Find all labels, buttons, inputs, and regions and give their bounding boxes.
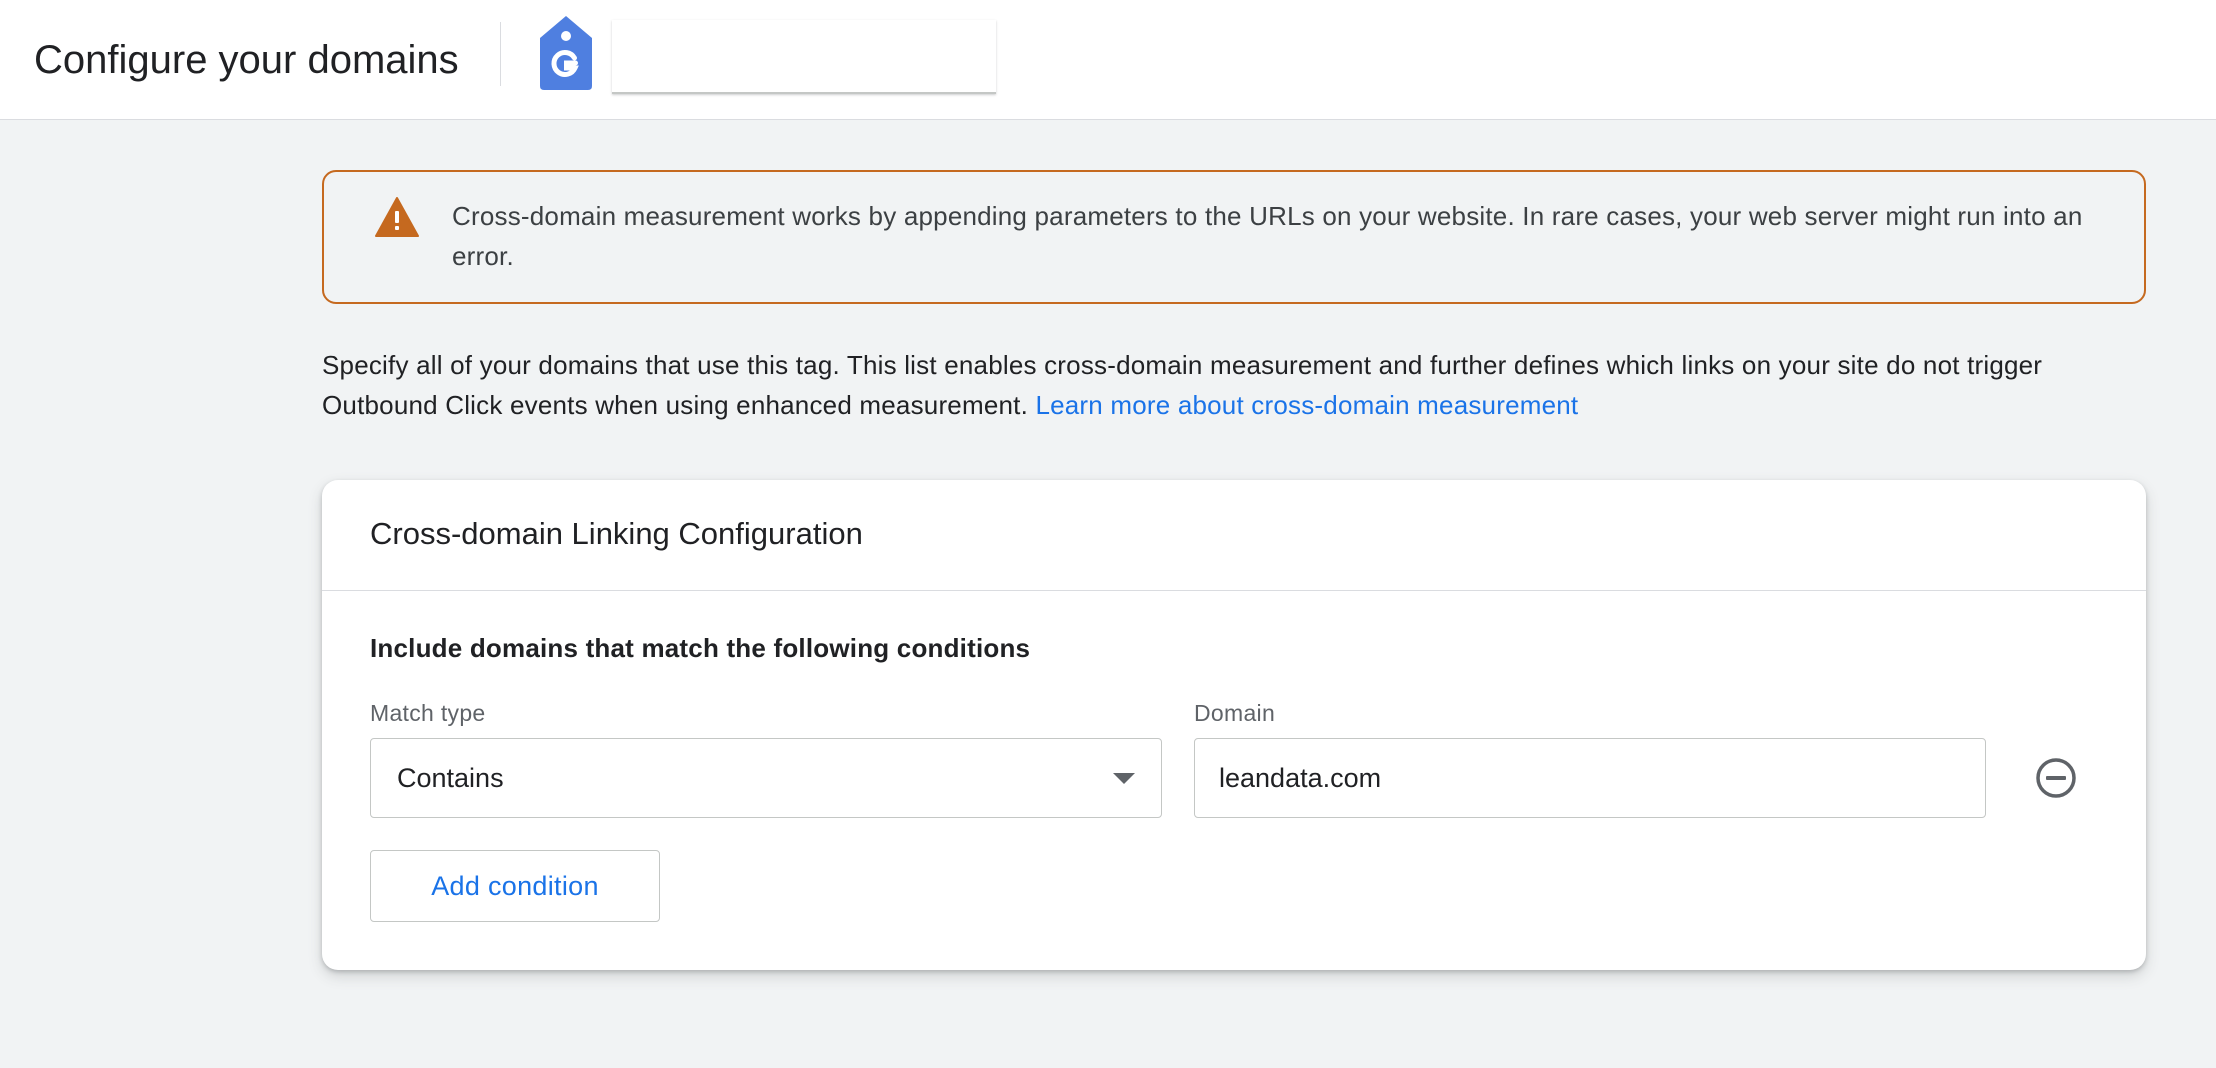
warning-banner: Cross-domain measurement works by append… xyxy=(322,170,2146,304)
match-type-label: Match type xyxy=(370,700,486,726)
warning-triangle-icon xyxy=(374,196,420,238)
match-type-value: Contains xyxy=(397,763,504,793)
warning-text: Cross-domain measurement works by append… xyxy=(452,201,2083,271)
add-condition-button[interactable]: Add condition xyxy=(370,850,660,922)
match-type-select[interactable]: Contains xyxy=(370,738,1162,818)
learn-more-link[interactable]: Learn more about cross-domain measuremen… xyxy=(1035,390,1578,420)
conditions-heading: Include domains that match the following… xyxy=(370,633,1031,663)
title-divider xyxy=(500,22,501,86)
domain-label: Domain xyxy=(1194,700,1276,726)
top-bar: Configure your domains xyxy=(0,0,2216,120)
page-title: Configure your domains xyxy=(34,38,459,82)
dropdown-arrow-icon xyxy=(1113,773,1135,784)
tag-selector-input[interactable] xyxy=(612,20,996,94)
domain-input[interactable] xyxy=(1194,738,1986,818)
cross-domain-config-card: Cross-domain Linking Configuration Inclu… xyxy=(322,480,2146,970)
remove-condition-button[interactable] xyxy=(2034,756,2078,800)
description-paragraph: Specify all of your domains that use thi… xyxy=(322,345,2162,425)
remove-circle-icon xyxy=(2036,758,2076,798)
card-header: Cross-domain Linking Configuration xyxy=(322,480,2146,591)
card-title: Cross-domain Linking Configuration xyxy=(370,516,863,551)
google-tag-icon xyxy=(538,14,594,92)
